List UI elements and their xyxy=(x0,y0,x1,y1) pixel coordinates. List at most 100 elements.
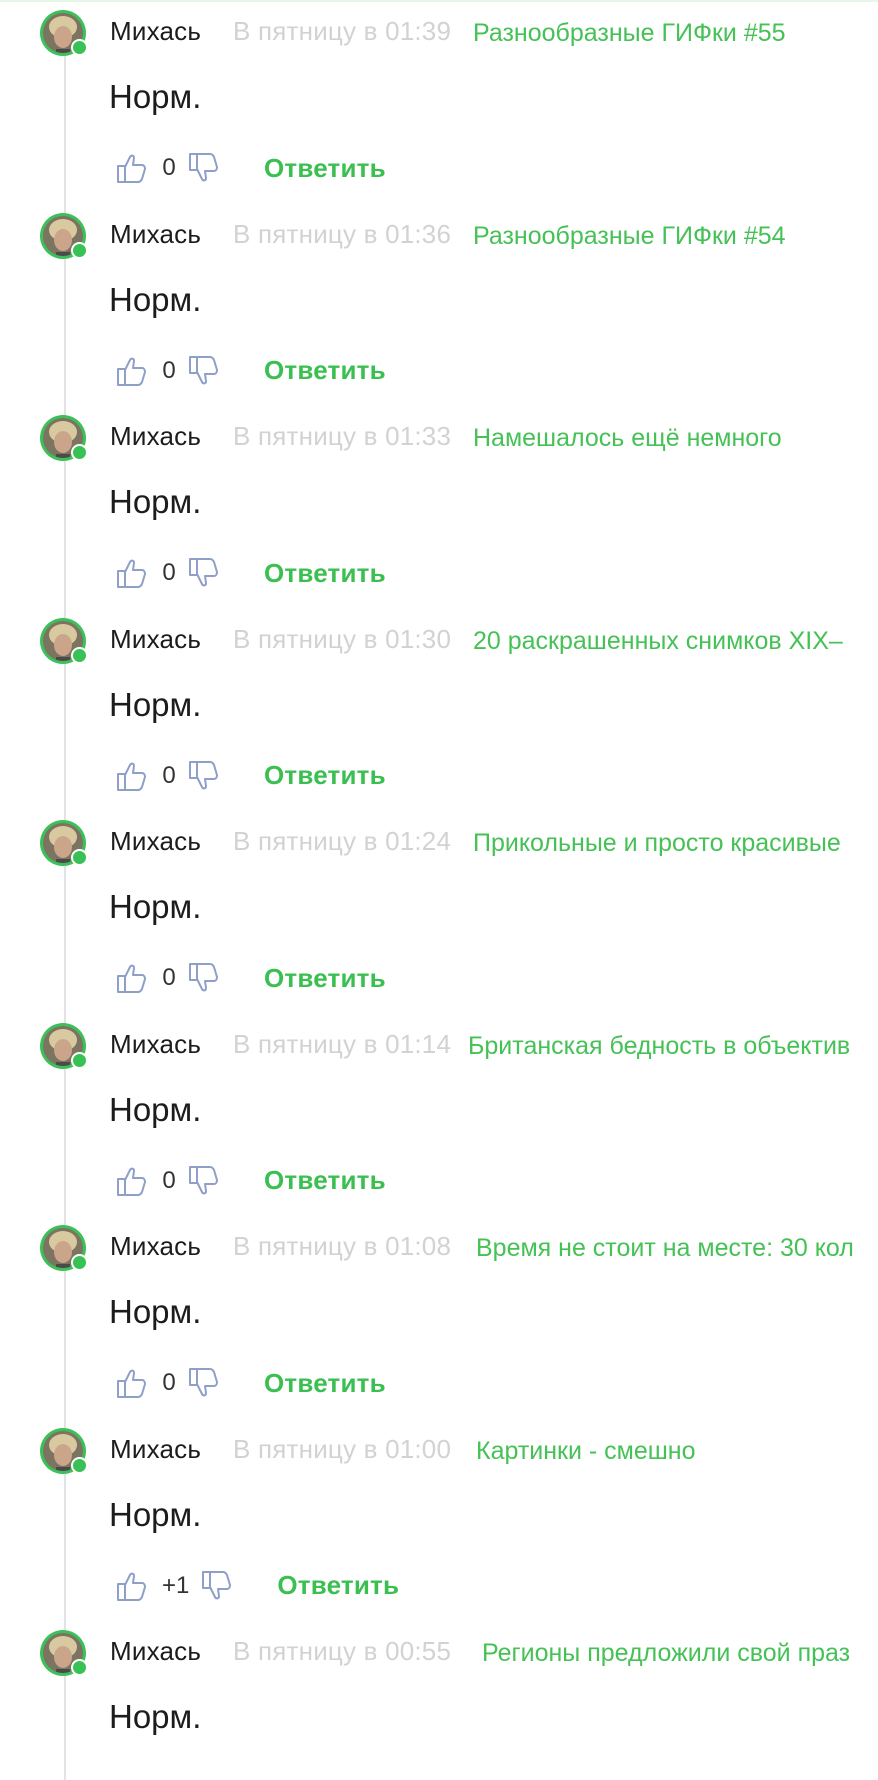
author-name[interactable]: Михась xyxy=(110,1231,201,1262)
comment-time[interactable]: В пятницу в 01:39 xyxy=(233,16,451,47)
vote-score: 0 xyxy=(162,1369,176,1396)
comment-actions: 0 Ответить xyxy=(114,754,386,798)
online-status-dot xyxy=(71,1051,88,1069)
author-name[interactable]: Михась xyxy=(110,1636,201,1667)
comment-text: Норм. xyxy=(109,888,202,925)
comment-time[interactable]: В пятницу в 01:36 xyxy=(233,219,451,250)
post-link[interactable]: Намешалось ещё немного xyxy=(473,424,782,453)
post-link[interactable]: Разнообразные ГИФки #55 xyxy=(473,19,786,48)
post-link[interactable]: 20 раскрашенных снимков XIX– xyxy=(473,627,843,656)
vote-score: 0 xyxy=(162,964,176,991)
reply-button[interactable]: Ответить xyxy=(264,1165,386,1196)
reply-button[interactable]: Ответить xyxy=(264,355,386,386)
author-name[interactable]: Михась xyxy=(110,1434,201,1465)
thumbs-up-icon[interactable] xyxy=(114,555,150,591)
reply-button[interactable]: Ответить xyxy=(264,558,386,589)
comment-text: Норм. xyxy=(109,685,202,723)
post-link[interactable]: Британская бедность в объектив xyxy=(468,1032,850,1061)
comment-item: Михась В пятницу в 01:24 Прикольные и пр… xyxy=(0,810,878,1013)
thumbs-up-icon[interactable] xyxy=(114,1163,150,1199)
thumbs-down-icon[interactable] xyxy=(186,758,222,794)
post-link[interactable]: Разнообразные ГИФки #54 xyxy=(473,222,786,251)
thumbs-down-icon[interactable] xyxy=(186,1163,222,1199)
comment-text: Норм. xyxy=(109,1495,202,1533)
comment-actions: 0 Ответить xyxy=(114,1159,386,1203)
comment-actions: 0 Ответить xyxy=(114,146,386,190)
thumbs-down-icon[interactable] xyxy=(186,960,222,996)
avatar[interactable] xyxy=(40,1427,88,1474)
avatar[interactable] xyxy=(40,1022,88,1069)
comment-item: Михась В пятницу в 01:00 Картинки - смеш… xyxy=(0,1418,878,1621)
online-status-dot xyxy=(71,1254,88,1271)
thumbs-up-icon[interactable] xyxy=(114,150,150,186)
comment-time[interactable]: В пятницу в 01:30 xyxy=(233,624,451,655)
vote-score: 0 xyxy=(162,559,176,586)
reply-button[interactable]: Ответить xyxy=(277,1570,399,1601)
avatar[interactable] xyxy=(40,212,88,259)
thumbs-down-icon[interactable] xyxy=(186,150,222,186)
thumbs-up-icon[interactable] xyxy=(114,353,150,389)
comment-text: Норм. xyxy=(109,1293,202,1330)
online-status-dot xyxy=(71,241,88,259)
avatar[interactable] xyxy=(40,10,88,56)
author-name[interactable]: Михась xyxy=(110,624,201,655)
reply-button[interactable]: Ответить xyxy=(264,760,386,791)
thumbs-up-icon[interactable] xyxy=(114,758,150,794)
comment-item: Михась В пятницу в 01:08 Время не стоит … xyxy=(0,1215,878,1418)
post-link[interactable]: Время не стоит на месте: 30 кол xyxy=(476,1234,854,1263)
reply-button[interactable]: Ответить xyxy=(264,153,386,184)
author-name[interactable]: Михась xyxy=(110,219,201,250)
comment-actions: 0 Ответить xyxy=(114,956,386,1000)
comment-actions: 0 Ответить xyxy=(114,551,386,595)
avatar[interactable] xyxy=(40,415,88,461)
online-status-dot xyxy=(71,646,88,664)
comment-item: Михась В пятницу в 01:33 Намешалось ещё … xyxy=(0,405,878,608)
vote-score: 0 xyxy=(162,1166,176,1194)
author-name[interactable]: Михась xyxy=(110,16,201,47)
vote-score: 0 xyxy=(162,761,176,789)
online-status-dot xyxy=(71,444,88,461)
comment-item: Михась В пятницу в 01:36 Разнообразные Г… xyxy=(0,203,878,406)
post-link[interactable]: Картинки - смешно xyxy=(476,1437,696,1466)
reply-button[interactable]: Ответить xyxy=(264,963,386,994)
comment-item: Михась В пятницу в 01:30 20 раскрашенных… xyxy=(0,608,878,811)
comment-text: Норм. xyxy=(109,483,202,520)
comment-item: Михась В пятницу в 01:39 Разнообразные Г… xyxy=(0,0,878,203)
vote-score: 0 xyxy=(162,154,176,181)
avatar[interactable] xyxy=(40,820,88,866)
comment-actions: 0 Ответить xyxy=(114,349,386,393)
thumbs-down-icon[interactable] xyxy=(186,1365,222,1401)
author-name[interactable]: Михась xyxy=(110,1029,201,1060)
reply-button[interactable]: Ответить xyxy=(264,1368,386,1399)
online-status-dot xyxy=(71,849,88,866)
avatar[interactable] xyxy=(40,617,88,664)
thumbs-down-icon[interactable] xyxy=(186,353,222,389)
comment-item: Михась В пятницу в 00:55 Регионы предлож… xyxy=(0,1620,878,1766)
comments-feed: Михась В пятницу в 01:39 Разнообразные Г… xyxy=(0,0,878,1766)
thumbs-down-icon[interactable] xyxy=(186,555,222,591)
comment-time[interactable]: В пятницу в 01:33 xyxy=(233,421,451,452)
author-name[interactable]: Михась xyxy=(110,421,201,452)
comment-text: Норм. xyxy=(109,280,202,318)
comment-item: Михась В пятницу в 01:14 Британская бедн… xyxy=(0,1013,878,1216)
avatar[interactable] xyxy=(40,1225,88,1271)
vote-score: +1 xyxy=(162,1571,190,1599)
thumbs-up-icon[interactable] xyxy=(114,1365,150,1401)
post-link[interactable]: Регионы предложили свой праз xyxy=(482,1639,850,1668)
post-link[interactable]: Прикольные и просто красивые xyxy=(473,829,841,858)
author-name[interactable]: Михась xyxy=(110,826,201,857)
online-status-dot xyxy=(71,39,88,56)
comment-actions: 0 Ответить xyxy=(114,1361,386,1405)
thumbs-up-icon[interactable] xyxy=(114,960,150,996)
comment-time[interactable]: В пятницу в 01:14 xyxy=(233,1029,451,1060)
thumbs-up-icon[interactable] xyxy=(114,1568,150,1604)
vote-score: 0 xyxy=(162,356,176,384)
comment-time[interactable]: В пятницу в 01:24 xyxy=(233,826,451,857)
comment-time[interactable]: В пятницу в 01:08 xyxy=(233,1231,451,1262)
online-status-dot xyxy=(71,1659,88,1676)
thumbs-down-icon[interactable] xyxy=(199,1568,235,1604)
comment-time[interactable]: В пятницу в 01:00 xyxy=(233,1434,451,1465)
comment-actions: +1 Ответить xyxy=(114,1564,399,1608)
comment-time[interactable]: В пятницу в 00:55 xyxy=(233,1636,451,1667)
avatar[interactable] xyxy=(40,1630,88,1676)
